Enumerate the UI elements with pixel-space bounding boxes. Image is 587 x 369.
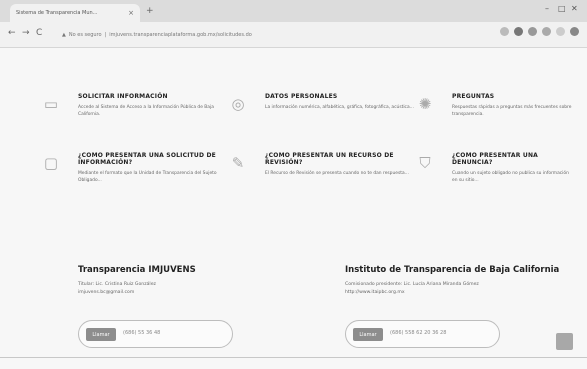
chat-icon: ▢ [43, 154, 59, 172]
feature-preguntas[interactable]: ✺ PREGUNTAS Respuestas rápidas a pregunt… [419, 93, 572, 118]
close-tab-icon[interactable]: × [128, 9, 134, 17]
maximize-icon[interactable]: □ [558, 4, 566, 13]
call-pill-itaipbc: Llamar (686) 558 62 20 36 28 [345, 320, 500, 348]
feature-title: ¿COMO PRESENTAR UNA SOLICITUD DE INFORMA… [78, 152, 216, 166]
shield-icon: ⛉ [419, 154, 431, 172]
security-label: No es seguro [68, 31, 102, 38]
tab-bar: Sistema de Transparencia Mun... × + – □ … [0, 0, 587, 22]
contact-line: http://www.itaipbc.org.mx [345, 290, 405, 295]
forward-icon[interactable]: → [22, 28, 30, 38]
call-button[interactable]: Llamar [353, 328, 383, 341]
feature-text: La información numérica, alfabética, grá… [265, 105, 414, 110]
feature-solicitar[interactable]: ▭ SOLICITAR INFORMACIÓN Accede al Sistem… [44, 93, 228, 118]
feature-datos[interactable]: ◎ DATOS PERSONALES La información numéri… [231, 93, 415, 113]
data-icon: ◎ [231, 95, 245, 113]
star-icon[interactable] [500, 27, 509, 36]
profile-icon[interactable] [570, 27, 579, 36]
contact-imjuvens: Transparencia IMJUVENS Titular: Lic. Cri… [78, 265, 298, 297]
reload-icon[interactable]: C [36, 28, 42, 38]
scroll-to-top-button[interactable] [556, 333, 573, 350]
extension-icon[interactable] [542, 27, 551, 36]
minimize-icon[interactable]: – [545, 4, 549, 13]
feature-title: ¿COMO PRESENTAR UNA DENUNCIA? [452, 152, 539, 166]
address-bar-row: ← → C ▲ No es seguro | imjuvens.transpar… [0, 22, 587, 48]
bottom-divider [0, 357, 587, 358]
url-field[interactable]: ▲ No es seguro | imjuvens.transparenciap… [62, 28, 442, 41]
feature-text: Accede al Sistema de Acceso a la Informa… [78, 105, 214, 117]
contact-title: Transparencia IMJUVENS [78, 265, 196, 275]
tab-title: Sistema de Transparencia Mun... [16, 10, 98, 16]
call-button[interactable]: Llamar [86, 328, 116, 341]
pencil-icon: ✎ [231, 154, 245, 172]
browser-tab[interactable]: Sistema de Transparencia Mun... × [10, 4, 140, 22]
contact-line: Comisionado presidente: Lic. Lucía Arian… [345, 282, 479, 287]
url-text: imjuvens.transparenciaplataforma.gob.mx/… [109, 31, 252, 38]
close-window-icon[interactable]: ✕ [571, 4, 578, 13]
form-icon: ▭ [43, 95, 59, 113]
feature-como-solicitud[interactable]: ▢ ¿COMO PRESENTAR UNA SOLICITUD DE INFOR… [44, 152, 228, 184]
feature-text: Mediante el formato que la Unidad de Tra… [78, 171, 217, 183]
feature-como-recurso[interactable]: ✎ ¿COMO PRESENTAR UN RECURSO DE REVISIÓN… [232, 152, 415, 177]
warning-icon: ▲ [62, 31, 66, 38]
new-tab-icon[interactable]: + [146, 6, 154, 16]
extension-icon[interactable] [556, 27, 565, 36]
contact-title: Instituto de Transparencia de Baja Calif… [345, 265, 560, 275]
extension-icon[interactable] [528, 27, 537, 36]
feature-title: ¿COMO PRESENTAR UN RECURSO DE REVISIÓN? [265, 152, 394, 166]
question-icon: ✺ [418, 95, 432, 113]
extension-icon[interactable] [514, 27, 523, 36]
feature-text: El Recurso de Revisión se presenta cuand… [265, 171, 409, 176]
feature-text: Cuando un sujeto obligado no publica su … [452, 171, 569, 183]
contact-line: imjuvens.bc@gmail.com [78, 290, 135, 295]
feature-title: SOLICITAR INFORMACIÓN [78, 93, 168, 100]
feature-title: PREGUNTAS [452, 93, 495, 100]
phone-number: (686) 558 62 20 36 28 [390, 330, 447, 336]
feature-como-denuncia[interactable]: ⛉ ¿COMO PRESENTAR UNA DENUNCIA? Cuando u… [419, 152, 572, 184]
contact-itaipbc: Instituto de Transparencia de Baja Calif… [345, 265, 575, 297]
feature-text: Respuestas rápidas a preguntas más frecu… [452, 105, 572, 117]
phone-number: (686) 55 36 48 [123, 330, 161, 336]
url-separator: | [104, 31, 107, 38]
feature-title: DATOS PERSONALES [265, 93, 338, 100]
call-pill-imjuvens: Llamar (686) 55 36 48 [78, 320, 233, 348]
back-icon[interactable]: ← [8, 28, 16, 38]
contact-line: Titular: Lic. Cristina Ruiz González [78, 282, 156, 287]
